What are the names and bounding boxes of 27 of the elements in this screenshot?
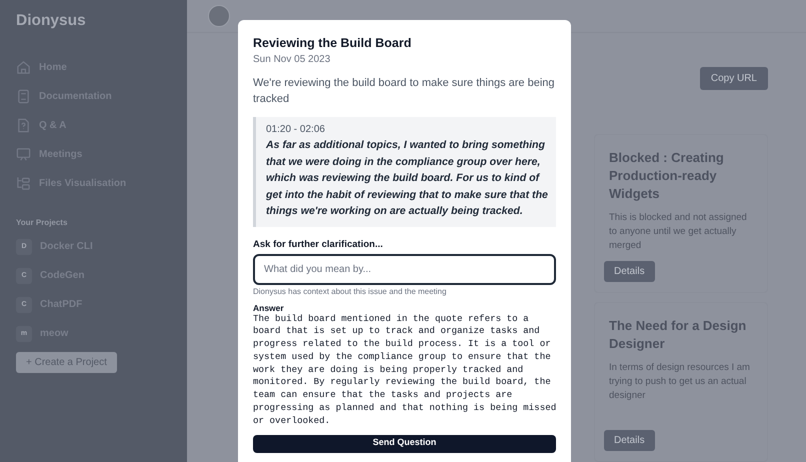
details-button[interactable]: Details xyxy=(604,430,655,451)
answer-text: The build board mentioned in the quote refers to a board that is set up to track and organize tasks and progress related to the build process. It is a tool or system used by the compliance group to ensure that the work they are doing is being properly tracked and monitored. By regularly reviewing the build board, the team can ensure that the tasks and projects are progressing as planned and that nothing is being missed or overlooked. xyxy=(253,312,558,428)
quote-text: As far as additional topics, I wanted to bring something that we were doing in the compliance group over here, which was reviewing the build board. For us to kind of get into the habit of reviewing that to make sure that the things we're working on are actually being tracked. xyxy=(266,138,549,219)
question-file-icon xyxy=(16,118,31,132)
create-project-button[interactable]: + Create a Project xyxy=(16,352,117,373)
dialog-date: Sun Nov 05 2023 xyxy=(253,54,332,65)
dialog-title: Reviewing the Build Board xyxy=(253,36,412,50)
answer-label: Answer xyxy=(253,302,285,312)
brand-title: Dionysus xyxy=(16,12,87,30)
issue-description: This is blocked and not assigned to anyone until we get actually merged xyxy=(609,211,748,253)
document-icon xyxy=(16,88,31,104)
projects-heading: Your Projects xyxy=(16,218,68,227)
question-field[interactable]: What did you mean by... xyxy=(253,254,556,284)
home-icon xyxy=(16,60,31,74)
question-label: Ask for further clarification... xyxy=(253,238,384,250)
avatar[interactable] xyxy=(208,5,230,27)
copy-url-button[interactable]: Copy URL xyxy=(700,67,768,90)
quote-time: 01:20 - 02:06 xyxy=(266,124,326,135)
folder-tree-icon xyxy=(16,176,31,190)
issue-description: In terms of design resources I am trying to push to get us an actual designer xyxy=(609,361,751,403)
dialog-summary: We're reviewing the build board to make sure things are being tracked xyxy=(253,76,556,107)
context-hint: Dionysus has context about this issue and the meeting xyxy=(253,286,448,296)
issue-title: The Need for a Design Designer xyxy=(609,317,748,353)
issue-title: Blocked : Creating Production-ready Widgets xyxy=(609,149,725,203)
presentation-icon xyxy=(16,146,31,162)
details-button[interactable]: Details xyxy=(604,261,655,282)
send-question-button[interactable]: Send Question xyxy=(253,434,556,453)
